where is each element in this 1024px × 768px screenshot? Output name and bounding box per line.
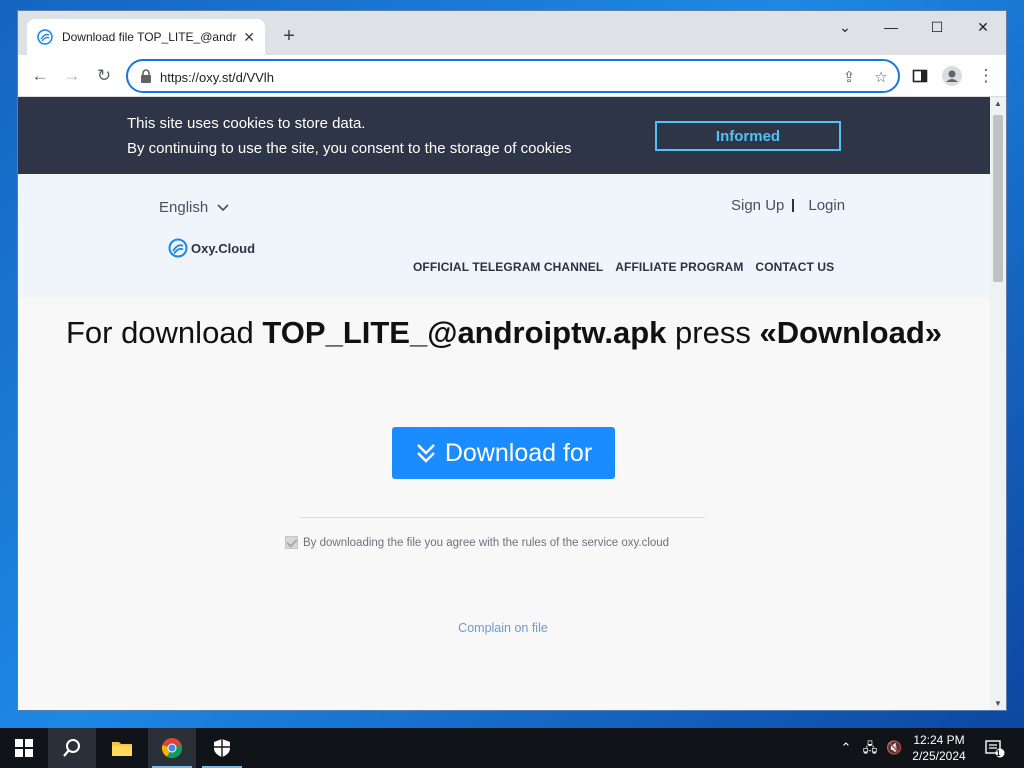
site-header: English Sign Up Login Oxy.Cloud OFFICIAL… [18, 174, 990, 297]
download-button-label: Download for [444, 438, 593, 467]
volume-muted-icon[interactable]: 🔇 [886, 740, 902, 756]
headline-prefix: For download [65, 315, 263, 350]
auth-links: Sign Up Login [731, 197, 845, 214]
oxy-favicon-icon [37, 29, 53, 45]
language-label: English [159, 199, 209, 216]
informed-button[interactable]: Informed [655, 121, 841, 151]
file-name: TOP_LITE_@androiptw.apk [262, 315, 667, 350]
tab-search-icon[interactable]: ⌄ [830, 17, 860, 37]
page-scrollbar[interactable]: ▲ ▼ [990, 97, 1006, 710]
logo-text: Oxy.Cloud [191, 240, 256, 256]
cookie-banner: This site uses cookies to store data. By… [18, 97, 990, 174]
minimize-button[interactable]: — [876, 17, 906, 37]
download-button[interactable]: Download for [392, 427, 615, 479]
share-icon[interactable]: ⇪ [838, 67, 860, 89]
language-selector[interactable]: English [159, 199, 230, 216]
new-tab-button[interactable]: + [277, 25, 301, 49]
folder-icon [112, 742, 132, 756]
browser-tab[interactable]: Download file TOP_LITE_@andro ✕ [27, 19, 265, 55]
complain-link[interactable]: Complain on file [18, 621, 988, 635]
notification-count: 1 [996, 749, 1001, 758]
headline-mid: press [666, 315, 760, 350]
tab-title: Download file TOP_LITE_@andro [61, 30, 238, 44]
cookie-text-line1: This site uses cookies to store data. [127, 115, 366, 132]
content-divider [300, 517, 705, 518]
close-window-button[interactable]: ✕ [968, 17, 998, 37]
taskbar: ⌃ 🖧 🔇 12:24 PM 2/25/2024 1 [0, 728, 1024, 768]
cookie-text-line2: By continuing to use the site, you conse… [127, 140, 572, 157]
double-chevron-down-icon [416, 444, 435, 463]
auth-divider [792, 199, 795, 212]
agree-checkbox[interactable] [285, 536, 298, 549]
nav-contact-us[interactable]: CONTACT US [755, 260, 834, 274]
notifications-icon[interactable]: 1 [984, 740, 1006, 758]
chevron-down-icon [217, 203, 229, 211]
start-button[interactable] [0, 728, 48, 768]
bookmark-star-icon[interactable]: ☆ [870, 67, 892, 89]
taskbar-file-explorer[interactable] [98, 728, 146, 768]
headline-action: «Download» [759, 315, 943, 350]
nav-affiliate-program[interactable]: AFFILIATE PROGRAM [615, 260, 743, 274]
agree-text: By downloading the file you agree with t… [303, 536, 670, 549]
page-viewport: This site uses cookies to store data. By… [18, 97, 990, 710]
maximize-button[interactable]: ☐ [922, 17, 952, 37]
download-headline: For download TOP_LITE_@androiptw.apk pre… [18, 315, 990, 351]
taskbar-security[interactable] [198, 728, 246, 768]
forward-button[interactable]: → [60, 64, 84, 88]
tray-chevron-up-icon[interactable]: ⌃ [838, 740, 854, 756]
scroll-down-arrow[interactable]: ▼ [990, 697, 1006, 710]
agree-row: By downloading the file you agree with t… [285, 536, 669, 549]
site-logo[interactable]: Oxy.Cloud [168, 238, 255, 258]
main-nav: OFFICIAL TELEGRAM CHANNEL AFFILIATE PROG… [413, 260, 834, 274]
clock-date: 2/25/2024 [912, 749, 966, 763]
login-link[interactable]: Login [808, 197, 845, 214]
windows-logo-icon [15, 739, 33, 757]
clock-time: 12:24 PM [913, 733, 965, 747]
scroll-thumb[interactable] [993, 115, 1003, 282]
profile-avatar[interactable] [940, 64, 964, 88]
nav-telegram-channel[interactable]: OFFICIAL TELEGRAM CHANNEL [413, 260, 603, 274]
sign-up-link[interactable]: Sign Up [731, 197, 784, 214]
back-button[interactable]: ← [28, 64, 52, 88]
shield-icon [214, 739, 230, 757]
url-input[interactable] [160, 67, 810, 87]
chrome-icon [161, 738, 183, 759]
browser-window: Download file TOP_LITE_@andro ✕ + ⌄ — ☐ … [17, 10, 1007, 711]
system-clock[interactable]: 12:24 PM 2/25/2024 [906, 732, 972, 764]
scroll-up-arrow[interactable]: ▲ [990, 97, 1006, 111]
oxy-logo-icon [168, 238, 188, 258]
taskbar-chrome[interactable] [148, 728, 196, 768]
reload-button[interactable]: ↻ [92, 64, 116, 88]
browser-toolbar: ← → ↻ ⇪ ☆ ⋮ [18, 55, 1006, 97]
taskbar-search[interactable] [48, 728, 96, 768]
network-icon[interactable]: 🖧 [862, 740, 878, 756]
side-panel-icon[interactable] [908, 64, 932, 88]
title-bar: Download file TOP_LITE_@andro ✕ + ⌄ — ☐ … [18, 11, 1006, 55]
search-icon [63, 739, 80, 757]
tab-close-icon[interactable]: ✕ [243, 29, 255, 46]
lock-icon [141, 69, 151, 83]
menu-kebab-icon[interactable]: ⋮ [974, 64, 998, 88]
address-bar[interactable]: ⇪ ☆ [126, 59, 900, 93]
